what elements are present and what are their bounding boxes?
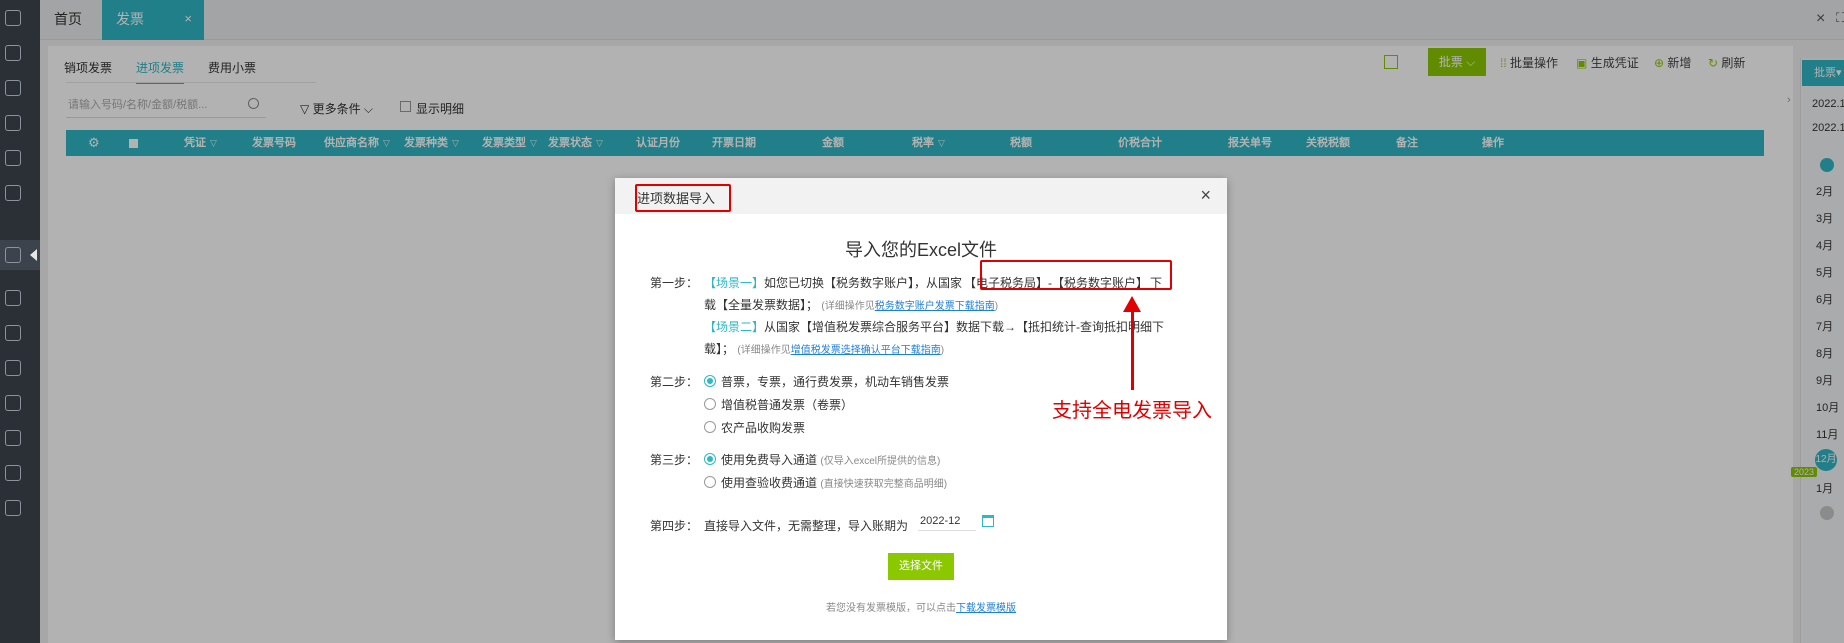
media-icon[interactable]	[5, 465, 21, 481]
scene2-line1: 【场景二】从国家【增值税发票综合服务平台】数据下载→【抵扣统计-查询抵扣明细下	[704, 320, 1165, 334]
annotation-text: 支持全电发票导入	[1052, 400, 1212, 422]
scene1-line2: 载【全量发票数据】； (详细操作见税务数字账户发票下载指南)	[704, 298, 999, 312]
gear-icon[interactable]	[5, 430, 21, 446]
document-icon[interactable]	[5, 45, 21, 61]
vat-platform-guide-link[interactable]: 增值税发票选择确认平台下载指南	[791, 345, 941, 356]
modal-backdrop	[1800, 0, 1844, 643]
download-template-link[interactable]: 下载发票模版	[956, 603, 1016, 614]
nav-active-arrow-icon	[30, 249, 37, 261]
select-file-button[interactable]: 选择文件	[888, 553, 954, 580]
scene2-tag: 【场景二】	[704, 320, 765, 334]
step1-label: 第一步：	[650, 276, 699, 290]
scene2-line2: 载】； (详细操作见增值税发票选择确认平台下载指南)	[704, 342, 945, 356]
tax-account-guide-link[interactable]: 税务数字账户发票下载指南	[875, 301, 995, 312]
export-icon[interactable]	[5, 360, 21, 376]
step4-text: 直接导入文件，无需整理，导入账期为	[704, 519, 909, 533]
stack-icon[interactable]	[5, 325, 21, 341]
tax-account-highlight-box	[980, 260, 1172, 290]
period-input[interactable]: 2022-12	[918, 511, 976, 531]
radio-free-channel-label: 使用免费导入通道 (仅导入excel所提供的信息)	[721, 453, 941, 467]
radio-roll-invoice-label: 增值税普通发票（卷票）	[721, 398, 854, 412]
ledger-icon[interactable]	[5, 150, 21, 166]
step2-label: 第二步：	[650, 375, 699, 389]
radio-free-channel[interactable]	[704, 453, 716, 465]
dialog-footer: 若您没有发票模版，可以点击下载发票模版	[826, 603, 1016, 614]
radio-paid-channel-label: 使用查验收费通道 (直接快速获取完整商品明细)	[721, 476, 948, 490]
report-icon[interactable]	[5, 185, 21, 201]
inbox-icon[interactable]	[5, 395, 21, 411]
radio-general-invoice[interactable]	[704, 375, 716, 387]
dialog-close-icon[interactable]: ×	[1200, 185, 1211, 206]
v-logo-icon[interactable]	[5, 500, 21, 516]
radio-agri-invoice-label: 农产品收购发票	[721, 421, 806, 435]
scene1-tag: 【场景一】	[704, 276, 765, 290]
radio-agri-invoice[interactable]	[704, 421, 716, 433]
chart-icon[interactable]	[5, 80, 21, 96]
step4-label: 第四步：	[650, 519, 699, 533]
annotation-arrow-shaft	[1131, 310, 1134, 390]
dialog-heading: 导入您的Excel文件	[844, 240, 997, 260]
calendar-icon[interactable]	[982, 515, 994, 527]
home-icon[interactable]	[5, 10, 21, 26]
radio-roll-invoice[interactable]	[704, 398, 716, 410]
title-highlight-box	[635, 184, 731, 212]
invoice-icon[interactable]	[5, 247, 21, 263]
radio-paid-channel[interactable]	[704, 476, 716, 488]
left-nav-rail	[0, 0, 40, 643]
radio-general-invoice-label: 普票，专票，通行费发票，机动车销售发票	[721, 375, 950, 389]
bag-icon[interactable]	[5, 115, 21, 131]
wallet-icon[interactable]	[5, 290, 21, 306]
step3-label: 第三步：	[650, 453, 699, 467]
